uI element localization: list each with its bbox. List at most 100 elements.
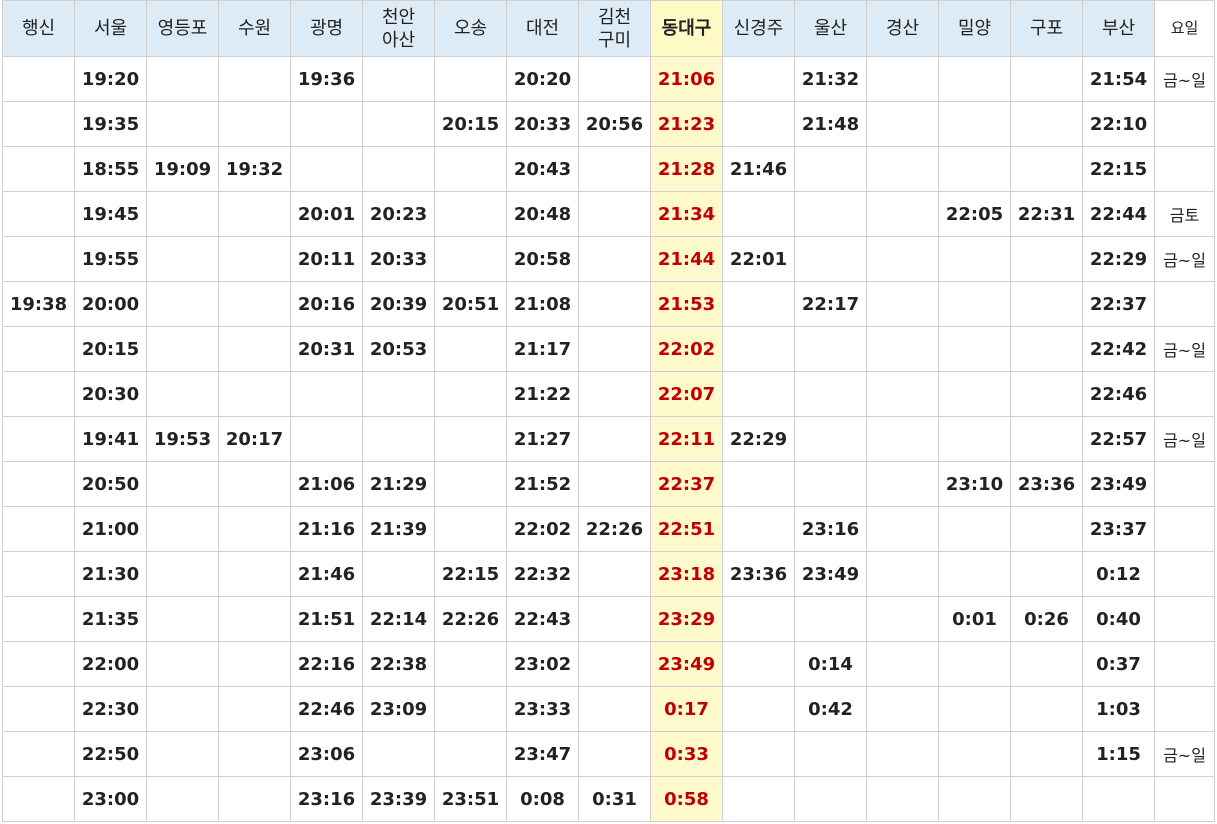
time-cell [434, 641, 507, 687]
time-cell [866, 416, 939, 462]
time-cell [866, 371, 939, 417]
time-cell: 22:46 [1082, 371, 1155, 417]
time-cell [146, 236, 219, 282]
time-cell [866, 191, 939, 237]
time-cell: 21:52 [506, 461, 579, 507]
table-row: 22:00 22:16 22:38 23:02 23:49 0:14 0:37 [2, 641, 1215, 687]
time-cell: 22:46 [290, 686, 363, 732]
table-row: 19:41 19:53 20:17 21:27 22:11 22:29 22:57 금~일 [2, 416, 1215, 462]
time-cell: 20:33 [506, 101, 579, 147]
time-cell: 0:14 [794, 641, 867, 687]
time-cell [362, 371, 435, 417]
time-cell: 22:51 [650, 506, 723, 552]
time-cell [1010, 641, 1083, 687]
time-cell [578, 461, 651, 507]
time-cell: 22:10 [1082, 101, 1155, 147]
time-cell [578, 551, 651, 597]
time-cell: 20:31 [290, 326, 363, 372]
time-cell [938, 371, 1011, 417]
time-cell [2, 371, 75, 417]
time-cell: 20:17 [218, 416, 291, 462]
time-cell: 21:28 [650, 146, 723, 192]
time-cell: 21:00 [74, 506, 147, 552]
time-cell: 19:53 [146, 416, 219, 462]
table-row: 19:55 20:11 20:33 20:58 21:44 22:01 22:29 금~일 [2, 236, 1215, 282]
time-cell [146, 596, 219, 642]
time-cell [146, 281, 219, 327]
time-cell: 21:16 [290, 506, 363, 552]
time-cell [578, 686, 651, 732]
time-cell [218, 236, 291, 282]
time-cell [578, 236, 651, 282]
time-cell [578, 731, 651, 777]
weekday-cell [1154, 461, 1215, 507]
table-row: 18:55 19:09 19:32 20:43 21:28 21:46 22:15 [2, 146, 1215, 192]
time-cell [938, 326, 1011, 372]
weekday-cell: 금~일 [1154, 416, 1215, 462]
time-cell: 20:58 [506, 236, 579, 282]
time-cell: 22:37 [650, 461, 723, 507]
time-cell [578, 191, 651, 237]
time-cell [578, 641, 651, 687]
time-cell [938, 776, 1011, 822]
time-cell: 21:53 [650, 281, 723, 327]
weekday-cell: 금~일 [1154, 731, 1215, 777]
time-cell: 19:35 [74, 101, 147, 147]
time-cell: 23:36 [722, 551, 795, 597]
header-cell-station: 광명 [290, 0, 363, 57]
time-cell [722, 461, 795, 507]
time-cell: 22:31 [1010, 191, 1083, 237]
time-cell [2, 641, 75, 687]
time-cell [866, 776, 939, 822]
time-cell: 23:51 [434, 776, 507, 822]
time-cell [218, 281, 291, 327]
time-cell: 20:15 [74, 326, 147, 372]
time-cell [218, 191, 291, 237]
time-cell [2, 731, 75, 777]
time-cell: 23:02 [506, 641, 579, 687]
time-cell: 19:36 [290, 56, 363, 102]
time-cell [866, 551, 939, 597]
time-cell: 0:58 [650, 776, 723, 822]
weekday-cell [1154, 281, 1215, 327]
time-cell [938, 236, 1011, 282]
weekday-cell [1154, 596, 1215, 642]
time-cell [938, 146, 1011, 192]
time-cell [218, 371, 291, 417]
time-cell [866, 596, 939, 642]
header-cell-station: 신경주 [722, 0, 795, 57]
time-cell: 23:29 [650, 596, 723, 642]
time-cell [578, 56, 651, 102]
time-cell [2, 776, 75, 822]
time-cell: 0:12 [1082, 551, 1155, 597]
time-cell: 23:09 [362, 686, 435, 732]
time-cell [434, 686, 507, 732]
time-cell [866, 236, 939, 282]
time-cell: 21:17 [506, 326, 579, 372]
time-cell: 23:00 [74, 776, 147, 822]
time-cell: 22:30 [74, 686, 147, 732]
time-cell [1082, 776, 1155, 822]
time-cell [218, 461, 291, 507]
time-cell: 20:53 [362, 326, 435, 372]
time-cell: 21:51 [290, 596, 363, 642]
time-cell [794, 461, 867, 507]
time-cell: 21:06 [290, 461, 363, 507]
time-cell [2, 101, 75, 147]
time-cell [1010, 236, 1083, 282]
header-cell-station: 동대구 [650, 0, 723, 57]
time-cell [722, 596, 795, 642]
time-cell: 23:16 [794, 506, 867, 552]
header-cell-station: 수원 [218, 0, 291, 57]
time-cell [1010, 776, 1083, 822]
time-cell: 20:16 [290, 281, 363, 327]
time-cell [578, 326, 651, 372]
header-cell-station: 부산 [1082, 0, 1155, 57]
time-cell [218, 506, 291, 552]
header-cell-station: 영등포 [146, 0, 219, 57]
train-timetable: 행신 서울 영등포 수원 광명 천안 아산 오송 대전 김천 구미 동대구 신경주 울산 경산 밀양 구포 부산 요… [2, 0, 1215, 822]
time-cell [146, 101, 219, 147]
time-cell [938, 641, 1011, 687]
time-cell [146, 56, 219, 102]
time-cell [362, 416, 435, 462]
